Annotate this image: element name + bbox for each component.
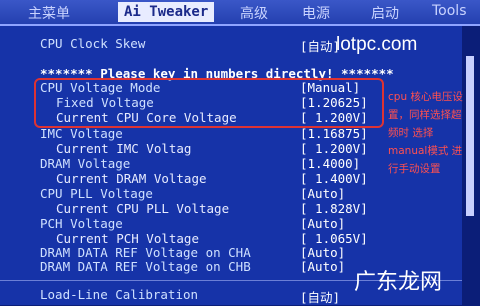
setting-dram-data-ref-chb[interactable]: DRAM DATA REF Voltage on CHB (40, 259, 251, 274)
setting-value: [ 1.400V] (300, 171, 368, 186)
highlight-box (34, 78, 384, 128)
setting-label: IMC Voltage (40, 126, 123, 141)
setting-value[interactable]: [Auto] (300, 259, 345, 274)
info-current-dram-voltage: Current DRAM Voltage (56, 171, 207, 186)
setting-cpu-clock-skew[interactable]: CPU Clock Skew (40, 36, 145, 51)
tab-tools[interactable]: Tools (432, 3, 467, 19)
setting-value[interactable]: [1.4000] (300, 156, 360, 171)
setting-dram-voltage[interactable]: DRAM Voltage (40, 156, 130, 171)
setting-value[interactable]: [1.16875] (300, 126, 368, 141)
watermark-brand: 广东龙网 (354, 270, 443, 295)
setting-label: CPU PLL Voltage (40, 186, 153, 201)
info-current-imc-voltage: Current IMC Voltag (56, 141, 191, 156)
setting-value: [ 1.828V] (300, 201, 368, 216)
setting-label: Current CPU PLL Voltage (56, 201, 230, 216)
scrollbar-thumb[interactable] (466, 56, 474, 216)
setting-value: [ 1.200V] (300, 141, 368, 156)
setting-label: DRAM DATA REF Voltage on CHB (40, 259, 251, 274)
setting-imc-voltage[interactable]: IMC Voltage (40, 126, 123, 141)
top-menu-bar: 主菜单 Ai Tweaker 高级 电源 启动 Tools (0, 0, 480, 26)
setting-label: Load-Line Calibration (40, 287, 199, 302)
info-current-cpu-pll-voltage: Current CPU PLL Voltage (56, 201, 229, 216)
info-current-pch-voltage: Current PCH Voltage (56, 231, 199, 246)
setting-label: Current DRAM Voltage (56, 171, 207, 186)
setting-value[interactable]: [自动] (300, 36, 340, 55)
setting-value[interactable]: [Auto] (300, 186, 345, 201)
setting-pch-voltage[interactable]: PCH Voltage (40, 216, 123, 231)
tab-ai-tweaker[interactable]: Ai Tweaker (118, 2, 215, 22)
setting-cpu-pll-voltage[interactable]: CPU PLL Voltage (40, 186, 153, 201)
setting-label: DRAM Voltage (40, 156, 131, 171)
setting-value: [ 1.065V] (300, 231, 368, 246)
setting-value[interactable]: [Auto] (300, 216, 345, 231)
setting-value[interactable]: [自动] (300, 287, 340, 306)
watermark-site: lotpc.com (336, 34, 418, 55)
tab-main[interactable]: 主菜单 (28, 3, 70, 23)
annotation-text: cpu 核心电压设置，同样选择超频时 选择manual模式 进行手动设置 (388, 91, 463, 175)
setting-value[interactable]: [Auto] (300, 245, 345, 260)
setting-load-line-calibration[interactable]: Load-Line Calibration (40, 287, 198, 302)
setting-dram-data-ref-cha[interactable]: DRAM DATA REF Voltage on CHA (40, 245, 251, 260)
setting-label: Current PCH Voltage (56, 231, 199, 246)
setting-label: PCH Voltage (40, 216, 123, 231)
tab-boot[interactable]: 启动 (371, 3, 399, 23)
tab-advanced[interactable]: 高级 (240, 3, 268, 23)
setting-label: Current IMC Voltag (56, 141, 192, 156)
setting-label: CPU Clock Skew (40, 36, 146, 51)
setting-label: DRAM DATA REF Voltage on CHA (40, 245, 251, 260)
tab-power[interactable]: 电源 (302, 3, 330, 23)
